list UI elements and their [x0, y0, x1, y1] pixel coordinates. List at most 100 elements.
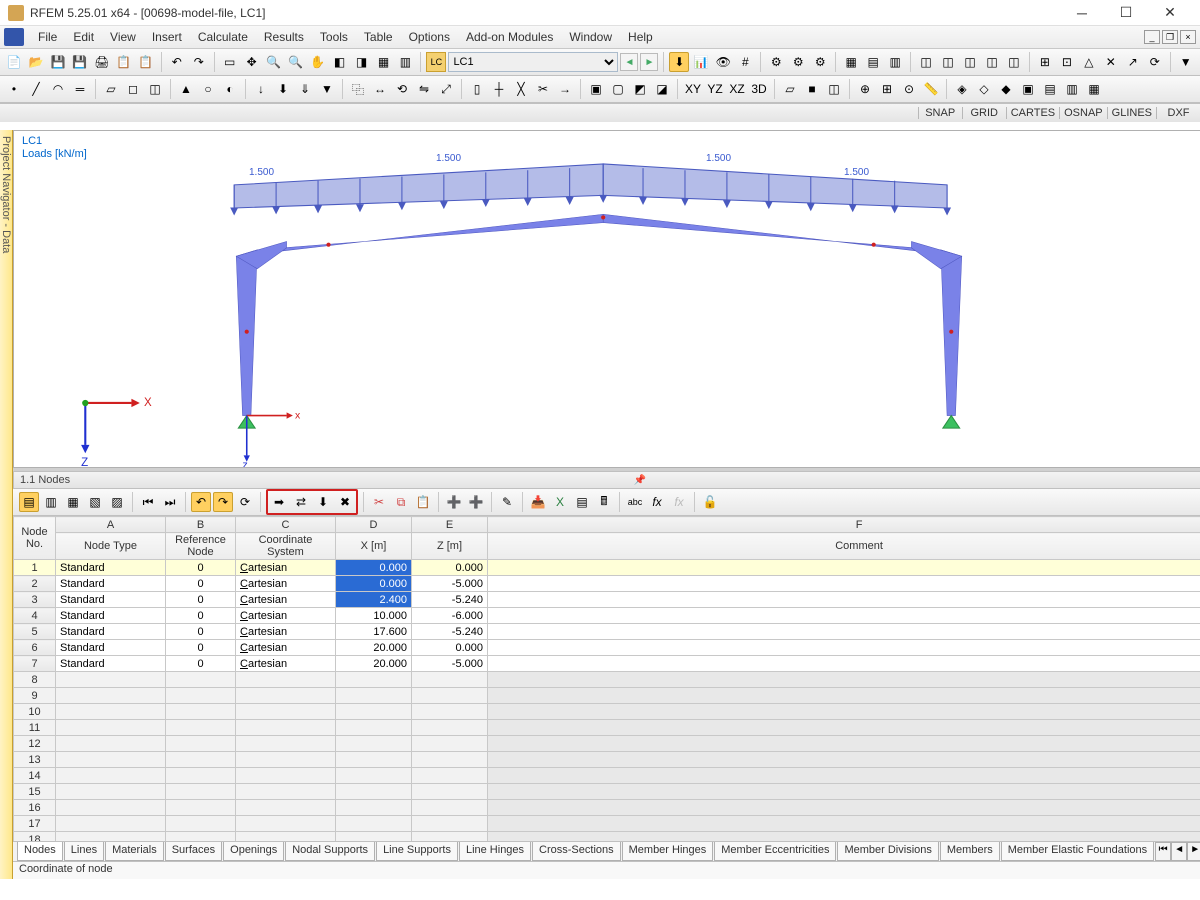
cs-d-icon[interactable]: ✕	[1101, 52, 1121, 72]
menu-tools[interactable]: Tools	[312, 27, 356, 47]
misc-g-icon[interactable]: ▦	[1084, 79, 1104, 99]
cs-f-icon[interactable]: ⟳	[1145, 52, 1165, 72]
edit-icon[interactable]: ✎	[497, 492, 517, 512]
loadcase-selector[interactable]: LC LC1	[426, 52, 618, 72]
table-prev-icon[interactable]: ↶	[191, 492, 211, 512]
save-all-icon[interactable]: 💾	[70, 52, 90, 72]
col-ref-node[interactable]: ReferenceNode	[166, 533, 236, 560]
redo-icon[interactable]: ↷	[189, 52, 209, 72]
status-pane-dxf[interactable]: DXF	[1156, 107, 1200, 119]
module-e-icon[interactable]: ◫	[1004, 52, 1024, 72]
menu-calculate[interactable]: Calculate	[190, 27, 256, 47]
cs-e-icon[interactable]: ↗	[1123, 52, 1143, 72]
model-viewport[interactable]: LC1 Loads [kN/m]	[13, 130, 1200, 468]
cut-icon[interactable]: ✂	[369, 492, 389, 512]
divide-icon[interactable]: ┼	[489, 79, 509, 99]
import-icon[interactable]: 📥	[528, 492, 548, 512]
table-mode-b-icon[interactable]: ▥	[41, 492, 61, 512]
module-c-icon[interactable]: ◫	[960, 52, 980, 72]
shift-down-icon[interactable]: ⬇	[313, 492, 333, 512]
paste-cell-icon[interactable]: 📋	[413, 492, 433, 512]
col-node-type[interactable]: Node Type	[56, 533, 166, 560]
tab-member-elastic-foundations[interactable]: Member Elastic Foundations	[1001, 842, 1154, 861]
table-mode-d-icon[interactable]: ▧	[85, 492, 105, 512]
move-icon[interactable]: ✥	[242, 52, 262, 72]
panel-pin-icon[interactable]: 📌	[631, 475, 649, 486]
grid-a-icon[interactable]: ▦	[841, 52, 861, 72]
show-values-icon[interactable]: 👁	[713, 52, 733, 72]
tab-line-hinges[interactable]: Line Hinges	[459, 842, 531, 861]
module-a-icon[interactable]: ◫	[916, 52, 936, 72]
tab-nodal-supports[interactable]: Nodal Supports	[285, 842, 375, 861]
misc-b-icon[interactable]: ◇	[974, 79, 994, 99]
status-pane-grid[interactable]: GRID	[962, 107, 1006, 119]
support-icon[interactable]: ▲	[176, 79, 196, 99]
menu-results[interactable]: Results	[256, 27, 312, 47]
load-member-icon[interactable]: ⇓	[295, 79, 315, 99]
grid-c-icon[interactable]: ▥	[885, 52, 905, 72]
surface-icon[interactable]: ▱	[101, 79, 121, 99]
table-row[interactable]: 11	[14, 720, 1200, 736]
menu-options[interactable]: Options	[401, 27, 458, 47]
col-comment[interactable]: Comment	[488, 533, 1200, 560]
table-row[interactable]: 10	[14, 704, 1200, 720]
extend-icon[interactable]: →	[555, 79, 575, 99]
mdi-restore-button[interactable]: ❐	[1162, 30, 1178, 44]
table-row[interactable]: 16	[14, 800, 1200, 816]
open-file-icon[interactable]: 📂	[26, 52, 46, 72]
lock-icon[interactable]: 🔓	[700, 492, 720, 512]
menu-edit[interactable]: Edit	[65, 27, 102, 47]
solid-icon[interactable]: ◫	[145, 79, 165, 99]
move-obj-icon[interactable]: ↔	[370, 79, 390, 99]
table-row[interactable]: 1Standard0Cartesian0.0000.000	[14, 560, 1200, 576]
view-yz-icon[interactable]: YZ	[705, 79, 725, 99]
tab-line-supports[interactable]: Line Supports	[376, 842, 458, 861]
copy-obj-icon[interactable]: ⿻	[348, 79, 368, 99]
status-pane-snap[interactable]: SNAP	[918, 107, 962, 119]
misc-a-icon[interactable]: ◈	[952, 79, 972, 99]
rotate-obj-icon[interactable]: ⟲	[392, 79, 412, 99]
tab-next-button[interactable]: ►	[1187, 842, 1200, 861]
col-letter-e[interactable]: E	[412, 517, 488, 533]
status-pane-cartes[interactable]: CARTES	[1006, 107, 1059, 119]
table-mode-c-icon[interactable]: ▦	[63, 492, 83, 512]
select-icon[interactable]: ▭	[220, 52, 240, 72]
calculator-icon[interactable]: 🖩	[594, 492, 614, 512]
undo-icon[interactable]: ↶	[167, 52, 187, 72]
col-letter-c[interactable]: C	[236, 517, 336, 533]
misc-c-icon[interactable]: ◆	[996, 79, 1016, 99]
table-row[interactable]: 2Standard0Cartesian0.000-5.000	[14, 576, 1200, 592]
status-pane-osnap[interactable]: OSNAP	[1059, 107, 1107, 119]
view-xy-icon[interactable]: XY	[683, 79, 703, 99]
sel-all-icon[interactable]: ▣	[586, 79, 606, 99]
minimize-button[interactable]: ─	[1060, 0, 1104, 26]
view-y-icon[interactable]: ▦	[374, 52, 394, 72]
tab-member-hinges[interactable]: Member Hinges	[622, 842, 714, 861]
menu-insert[interactable]: Insert	[144, 27, 190, 47]
show-loads-icon[interactable]: ⬇	[669, 52, 689, 72]
load-line-icon[interactable]: ⬇	[273, 79, 293, 99]
cs-b-icon[interactable]: ⊡	[1057, 52, 1077, 72]
module-b-icon[interactable]: ◫	[938, 52, 958, 72]
connect-icon[interactable]: ╳	[511, 79, 531, 99]
tool-b-icon[interactable]: ⚙	[788, 52, 808, 72]
view-iso-icon[interactable]: ◧	[330, 52, 350, 72]
table-row[interactable]: 13	[14, 752, 1200, 768]
insert-row-icon[interactable]: ➕	[444, 492, 464, 512]
load-surface-icon[interactable]: ▼	[317, 79, 337, 99]
mirror-obj-icon[interactable]: ⇋	[414, 79, 434, 99]
tab-member-divisions[interactable]: Member Divisions	[837, 842, 938, 861]
abc-icon[interactable]: abc	[625, 492, 645, 512]
member-icon[interactable]: ═	[70, 79, 90, 99]
tab-openings[interactable]: Openings	[223, 842, 284, 861]
menu-file[interactable]: File	[30, 27, 65, 47]
table-row[interactable]: 17	[14, 816, 1200, 832]
workplane-icon[interactable]: ⊞	[877, 79, 897, 99]
render-trans-icon[interactable]: ◫	[824, 79, 844, 99]
tab-members[interactable]: Members	[940, 842, 1000, 861]
col-letter-f[interactable]: F	[488, 517, 1200, 533]
snap-icon[interactable]: ⊙	[899, 79, 919, 99]
release-icon[interactable]: ◐	[220, 79, 240, 99]
menu-table[interactable]: Table	[356, 27, 401, 47]
table-next-icon[interactable]: ↷	[213, 492, 233, 512]
